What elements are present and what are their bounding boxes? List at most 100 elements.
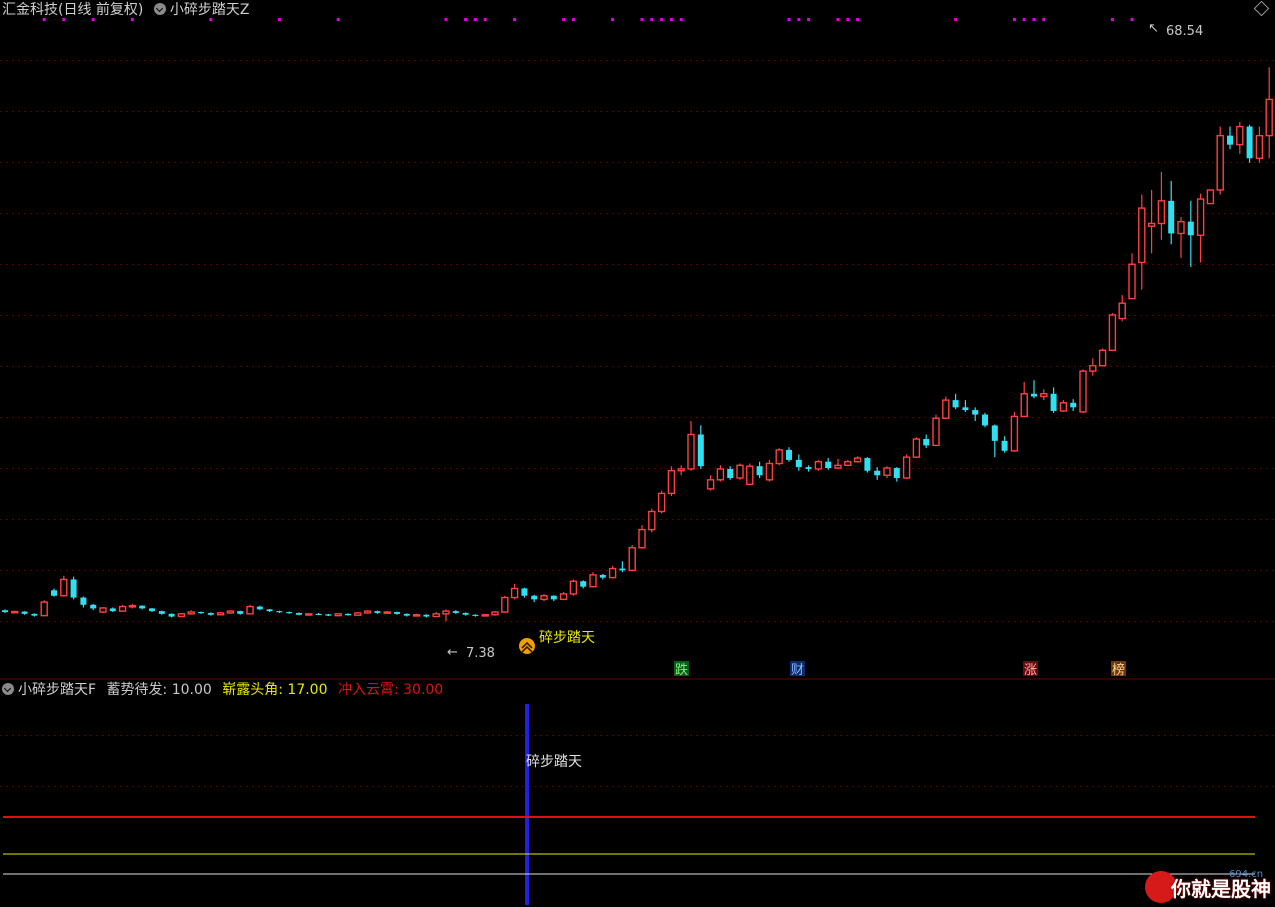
candle[interactable] (51, 588, 57, 597)
candle[interactable] (118, 604, 127, 612)
candle[interactable] (736, 463, 744, 480)
candle[interactable] (1157, 171, 1166, 240)
candle[interactable] (1236, 122, 1244, 154)
candle[interactable] (795, 454, 802, 471)
candle[interactable] (521, 587, 528, 598)
candle[interactable] (1098, 348, 1107, 367)
candle[interactable] (923, 434, 930, 449)
candle[interactable] (942, 396, 950, 420)
kline-chart[interactable]: 7.38 ← 68.54 ↖ 碎步踏天 跌 财 涨 榜 碎步踏天 694.cn (0, 0, 1275, 907)
candle[interactable] (1177, 217, 1185, 258)
candle[interactable] (305, 613, 313, 616)
candle[interactable] (991, 424, 998, 458)
candle[interactable] (550, 595, 557, 602)
candle[interactable] (198, 611, 204, 614)
candle[interactable] (325, 613, 332, 617)
candle[interactable] (412, 613, 421, 617)
candle[interactable] (363, 610, 372, 614)
candle[interactable] (1255, 126, 1264, 163)
candle[interactable] (706, 475, 715, 491)
candle[interactable] (853, 456, 862, 463)
candle[interactable] (982, 412, 988, 428)
candle[interactable] (11, 610, 19, 614)
candle[interactable] (1147, 189, 1156, 254)
candle[interactable] (883, 466, 891, 478)
candle[interactable] (256, 605, 263, 611)
candle[interactable] (207, 612, 214, 616)
candle[interactable] (1168, 180, 1175, 245)
candle[interactable] (1128, 253, 1136, 300)
candle[interactable] (902, 454, 911, 479)
sub-indicator-menu-icon[interactable] (2, 683, 14, 695)
candle[interactable] (962, 400, 969, 412)
candle[interactable] (952, 393, 959, 410)
candle[interactable] (1108, 313, 1117, 352)
candle[interactable] (844, 459, 852, 467)
candle[interactable] (286, 611, 293, 614)
candle[interactable] (1227, 126, 1233, 150)
candle[interactable] (1196, 193, 1205, 263)
candle[interactable] (345, 613, 351, 616)
candle[interactable] (423, 614, 430, 618)
candle[interactable] (1010, 411, 1019, 452)
candle[interactable] (1040, 389, 1048, 401)
candle[interactable] (168, 613, 175, 618)
candle[interactable] (394, 611, 400, 615)
candle[interactable] (580, 580, 587, 589)
candle[interactable] (354, 612, 362, 616)
candle[interactable] (1031, 380, 1037, 399)
candle[interactable] (374, 610, 381, 614)
candle[interactable] (481, 613, 489, 617)
candle[interactable] (569, 579, 578, 596)
candle[interactable] (442, 609, 450, 622)
candle[interactable] (874, 467, 881, 480)
candle[interactable] (716, 465, 725, 482)
candle[interactable] (462, 612, 469, 616)
indicator-menu-icon[interactable] (153, 3, 166, 15)
candle[interactable] (775, 448, 783, 466)
candle[interactable] (893, 467, 900, 482)
candle[interactable] (1001, 436, 1008, 453)
candle[interactable] (383, 611, 391, 614)
candle[interactable] (912, 437, 921, 459)
candle[interactable] (501, 595, 509, 613)
candle[interactable] (432, 612, 440, 618)
candle[interactable] (403, 613, 410, 617)
candle[interactable] (60, 575, 68, 597)
main-indicator-name[interactable]: 小碎步踏天Z (170, 2, 250, 18)
candle[interactable] (648, 508, 656, 533)
candle[interactable] (1206, 189, 1215, 205)
candle[interactable] (90, 603, 97, 611)
candle[interactable] (667, 466, 676, 497)
candle[interactable] (246, 604, 254, 615)
candle[interactable] (266, 608, 273, 613)
candle[interactable] (510, 583, 519, 600)
candle[interactable] (1187, 200, 1194, 267)
candle[interactable] (1118, 295, 1126, 322)
candle[interactable] (1050, 387, 1057, 413)
sub-indicator-name[interactable]: 小碎步踏天F (18, 682, 96, 698)
candle[interactable] (276, 610, 283, 613)
candle[interactable] (864, 457, 871, 473)
candle[interactable] (608, 565, 617, 579)
candle[interactable] (334, 612, 342, 617)
candle[interactable] (599, 573, 606, 580)
candle[interactable] (805, 465, 812, 472)
candle[interactable] (296, 612, 302, 616)
candle[interactable] (80, 596, 87, 608)
candle[interactable] (540, 593, 548, 602)
candle[interactable] (216, 612, 225, 616)
candle[interactable] (21, 611, 28, 615)
candle[interactable] (697, 425, 704, 469)
candle[interactable] (1020, 381, 1028, 418)
stock-title[interactable]: 汇金科技(日线 前复权) (2, 2, 143, 18)
candle[interactable] (756, 461, 763, 478)
candle[interactable] (139, 605, 146, 610)
candle[interactable] (1089, 358, 1097, 376)
candle[interactable] (491, 611, 499, 616)
candle[interactable] (109, 607, 116, 613)
candle[interactable] (158, 610, 165, 615)
candle[interactable] (70, 576, 77, 600)
candle[interactable] (657, 490, 666, 514)
candle[interactable] (472, 614, 479, 617)
